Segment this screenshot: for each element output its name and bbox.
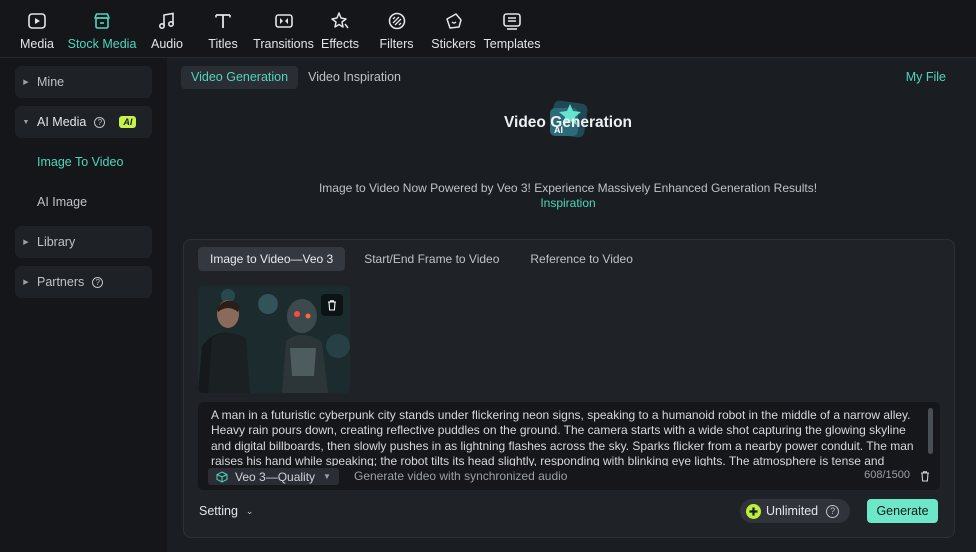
unlimited-label: Unlimited: [766, 504, 819, 518]
tab-image-to-video-veo3[interactable]: Image to Video—Veo 3: [198, 247, 346, 271]
main-tabs: Video Generation Video Inspiration: [181, 66, 411, 89]
my-file-link[interactable]: My File: [906, 70, 946, 84]
unlimited-credits: Unlimited ?: [740, 499, 850, 523]
sidebar-item-image-to-video[interactable]: Image To Video: [37, 155, 123, 169]
caret-right-icon: ▶: [23, 239, 29, 246]
uploaded-image-thumbnail[interactable]: [198, 286, 350, 393]
sidebar-item-mine-label: Mine: [37, 75, 65, 89]
tab-video-generation[interactable]: Video Generation: [181, 66, 299, 89]
model-selector[interactable]: Veo 3—Quality ▼: [208, 468, 339, 485]
credits-icon: [746, 503, 761, 519]
setting-dropdown[interactable]: Setting ⌄: [199, 504, 253, 518]
sidebar-item-ai-image[interactable]: AI Image: [37, 195, 87, 209]
toolbar-effects-label: Effects: [321, 37, 359, 51]
chevron-down-icon: ⌄: [245, 505, 254, 516]
setting-label: Setting: [199, 504, 238, 518]
toolbar-transitions-label: Transitions: [253, 37, 314, 51]
toolbar-titles-label: Titles: [208, 37, 238, 51]
caret-right-icon: ▶: [23, 279, 29, 286]
stock-media-icon: [90, 9, 114, 33]
sidebar: ▶ Mine ▼ AI Media ? AI Image To Video AI…: [0, 58, 163, 552]
sidebar-item-ai-media-label: AI Media: [37, 115, 87, 129]
toolbar-stickers-label: Stickers: [431, 37, 476, 51]
audio-note: Generate video with synchronized audio: [354, 469, 568, 483]
chevron-down-icon: ▼: [323, 472, 331, 481]
sidebar-item-library[interactable]: ▶ Library: [15, 226, 152, 258]
prompt-scrollbar[interactable]: [928, 408, 933, 454]
toolbar-audio-label: Audio: [151, 37, 183, 51]
hero-description: Image to Video Now Powered by Veo 3! Exp…: [318, 181, 818, 195]
model-selector-label: Veo 3—Quality: [235, 469, 316, 484]
char-count: 608/1500: [864, 469, 910, 481]
tab-start-end-frame[interactable]: Start/End Frame to Video: [352, 247, 511, 271]
toolbar-stickers[interactable]: Stickers: [425, 0, 482, 57]
top-toolbar: Media Stock Media Audio Titles Transitio…: [0, 0, 976, 57]
effects-icon: [328, 9, 352, 33]
toolbar-templates-label: Templates: [483, 37, 541, 51]
help-icon[interactable]: ?: [94, 116, 106, 128]
help-icon[interactable]: ?: [92, 276, 104, 288]
toolbar-audio[interactable]: Audio: [143, 0, 191, 57]
transition-icon: [272, 9, 296, 33]
sidebar-item-library-label: Library: [37, 235, 76, 249]
filter-icon: [385, 9, 409, 33]
music-note-icon: [155, 9, 179, 33]
clear-prompt-icon[interactable]: [919, 470, 931, 482]
help-icon[interactable]: ?: [826, 504, 840, 518]
tab-video-inspiration[interactable]: Video Inspiration: [298, 66, 411, 89]
toolbar-stock-media[interactable]: Stock Media: [61, 0, 143, 57]
main-panel: Video Generation Video Inspiration My Fi…: [167, 58, 976, 552]
sidebar-item-partners[interactable]: ▶ Partners ?: [15, 266, 152, 298]
toolbar-stock-media-label: Stock Media: [67, 37, 137, 51]
toolbar-filters-label: Filters: [379, 37, 414, 51]
prompt-textarea[interactable]: A man in a futuristic cyberpunk city sta…: [211, 408, 916, 466]
sidebar-item-ai-media[interactable]: ▼ AI Media ? AI: [15, 106, 152, 138]
toolbar-templates[interactable]: Templates: [482, 0, 542, 57]
sidebar-item-mine[interactable]: ▶ Mine: [15, 66, 152, 98]
media-icon: [25, 9, 49, 33]
toolbar-effects[interactable]: Effects: [312, 0, 368, 57]
text-icon: [211, 9, 235, 33]
template-icon: [500, 9, 524, 33]
ai-badge: AI: [119, 116, 137, 128]
caret-right-icon: ▶: [23, 79, 29, 86]
toolbar-media-label: Media: [19, 37, 55, 51]
prompt-box: A man in a futuristic cyberpunk city sta…: [198, 402, 940, 490]
sticker-icon: [442, 9, 466, 33]
trash-icon: [328, 300, 336, 311]
cube-icon: [216, 470, 228, 483]
inspiration-link[interactable]: Inspiration: [167, 196, 969, 210]
card-tabs: Image to Video—Veo 3 Start/End Frame to …: [198, 247, 652, 271]
sidebar-item-partners-label: Partners: [37, 275, 85, 289]
toolbar-transitions[interactable]: Transitions: [253, 0, 314, 57]
toolbar-filters[interactable]: Filters: [368, 0, 425, 57]
caret-down-icon: ▼: [22, 118, 30, 126]
generate-button[interactable]: Generate: [867, 499, 938, 523]
page-title: Video Generation: [503, 114, 633, 131]
delete-image-button[interactable]: [321, 294, 343, 316]
tab-reference-to-video[interactable]: Reference to Video: [518, 247, 645, 271]
toolbar-media[interactable]: Media: [13, 0, 61, 57]
toolbar-titles[interactable]: Titles: [191, 0, 255, 57]
generation-card: Image to Video—Veo 3 Start/End Frame to …: [183, 239, 955, 538]
